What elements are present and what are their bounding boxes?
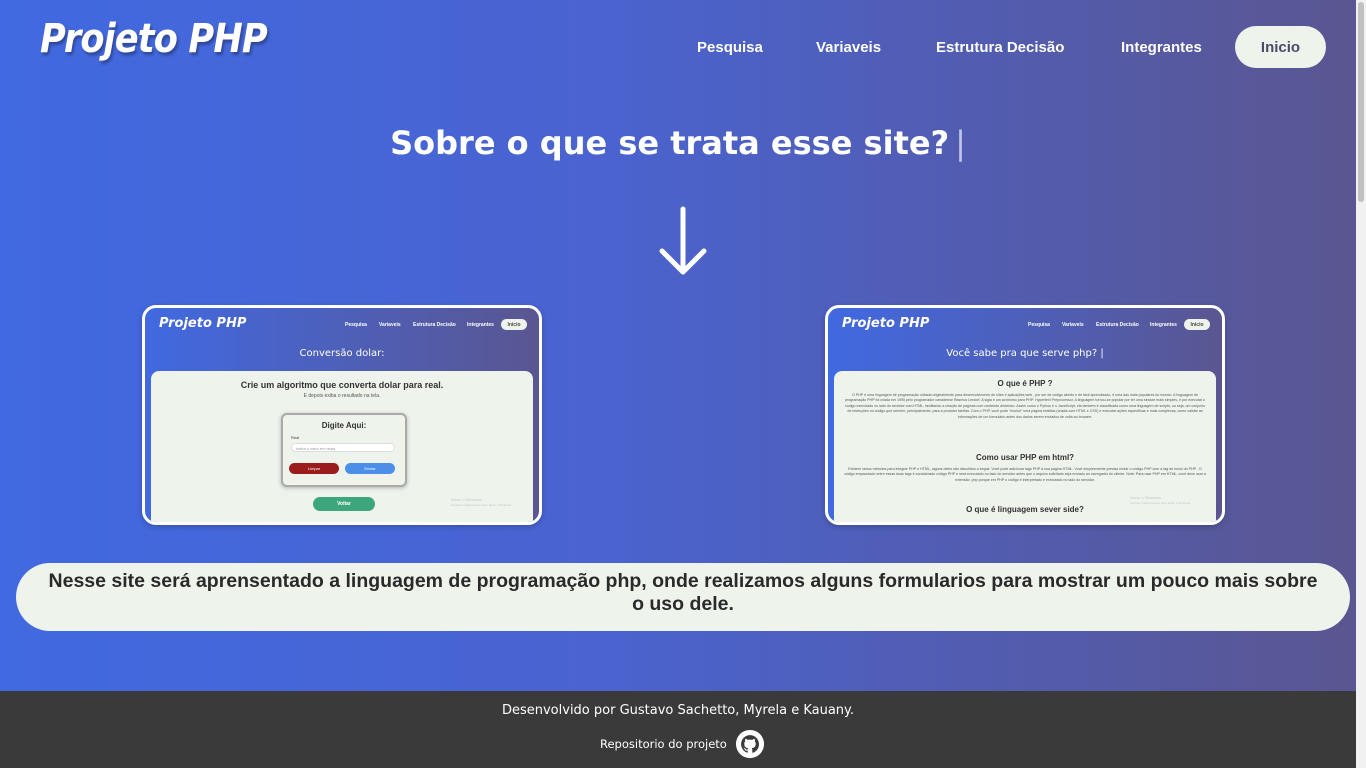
scrollbar[interactable] (1356, 0, 1366, 768)
preview-title: Conversão dolar: (299, 348, 385, 359)
home-button[interactable]: Inicio (1235, 26, 1326, 68)
preview-panel: O que é PHP ? O PHP é uma linguagem de p… (834, 371, 1216, 522)
preview-form: Digite Aqui: Real Insira o valor em reai… (281, 413, 407, 487)
hero-headline: Sobre o que se trata esse site? | (0, 124, 1356, 162)
nav-link-estrutura-decisao[interactable]: Estrutura Decisão (936, 39, 1064, 56)
preview-nav-pesquisa: Pesquisa (345, 322, 367, 328)
preview-nav-variaveis: Variaveis (1062, 322, 1084, 328)
page: Projeto PHP Pesquisa Variaveis Estrutura… (0, 0, 1356, 691)
nav-link-variaveis[interactable]: Variaveis (816, 39, 881, 56)
typing-caret: | (955, 124, 966, 162)
preview-send-button: Enviar (345, 463, 395, 474)
preview-form-input: Insira o valor em reais (291, 443, 395, 452)
github-icon[interactable] (735, 729, 765, 759)
preview-form-label: Real (291, 435, 300, 440)
preview-panel-title: Crie um algoritmo que converta dolar par… (240, 380, 444, 390)
preview-card-php-info[interactable]: Projeto PHP Pesquisa Variaveis Estrutura… (825, 305, 1225, 525)
preview-home-button: Inicio (501, 319, 527, 330)
preview-home-button: Inicio (1184, 319, 1210, 330)
preview-nav-estrutura: Estrutura Decisão (413, 322, 456, 328)
preview-section1-title: O que é PHP ? (997, 379, 1053, 388)
preview-logo: Projeto PHP (159, 316, 247, 331)
site-description: Nesse site será aprensentado a linguagem… (16, 563, 1350, 631)
footer-credits: Desenvolvido por Gustavo Sachetto, Myrel… (501, 703, 855, 718)
footer-repo-label: Repositorio do projeto (600, 737, 727, 751)
preview-watermark-1: Ativar o Windows (1130, 495, 1161, 500)
preview-form-title: Digite Aqui: (321, 421, 367, 430)
preview-section3-title: O que é linguagem sever side? (966, 505, 1084, 514)
preview-clear-button: Limpar (289, 463, 339, 474)
preview-nav-variaveis: Variaveis (379, 322, 401, 328)
preview-logo: Projeto PHP (842, 316, 930, 331)
preview-section2-title: Como usar PHP em html? (975, 453, 1075, 462)
scrollbar-thumb[interactable] (1358, 2, 1364, 202)
preview-title: Você sabe pra que serve php? | (946, 348, 1104, 359)
preview-section2-text: Existem vários métodos para integrar PHP… (844, 467, 1206, 482)
nav-link-integrantes[interactable]: Integrantes (1121, 39, 1202, 56)
preview-nav-integrantes: Integrantes (467, 322, 494, 328)
hero-headline-text: Sobre o que se trata esse site? (390, 124, 950, 162)
footer: Desenvolvido por Gustavo Sachetto, Myrel… (0, 691, 1356, 768)
preview-panel: Crie um algoritmo que converta dolar par… (151, 371, 533, 522)
preview-back-button: Voltar (313, 497, 375, 511)
preview-watermark-2: Acesse Configurações para ativar o Windo… (451, 503, 513, 507)
preview-panel-subtitle: E depois exiba o resultado na tela. (303, 393, 381, 399)
arrow-down-icon (659, 206, 707, 275)
preview-watermark-1: Ativar o Windows (451, 497, 482, 502)
preview-nav-pesquisa: Pesquisa (1028, 322, 1050, 328)
nav-link-pesquisa[interactable]: Pesquisa (697, 39, 763, 56)
preview-nav-estrutura: Estrutura Decisão (1096, 322, 1139, 328)
preview-card-conversao[interactable]: Projeto PHP Pesquisa Variaveis Estrutura… (142, 305, 542, 525)
preview-nav-integrantes: Integrantes (1150, 322, 1177, 328)
main-nav: Pesquisa Variaveis Estrutura Decisão Int… (0, 26, 1356, 70)
preview-section1-text: O PHP é uma linguagem de programação vol… (844, 393, 1206, 419)
